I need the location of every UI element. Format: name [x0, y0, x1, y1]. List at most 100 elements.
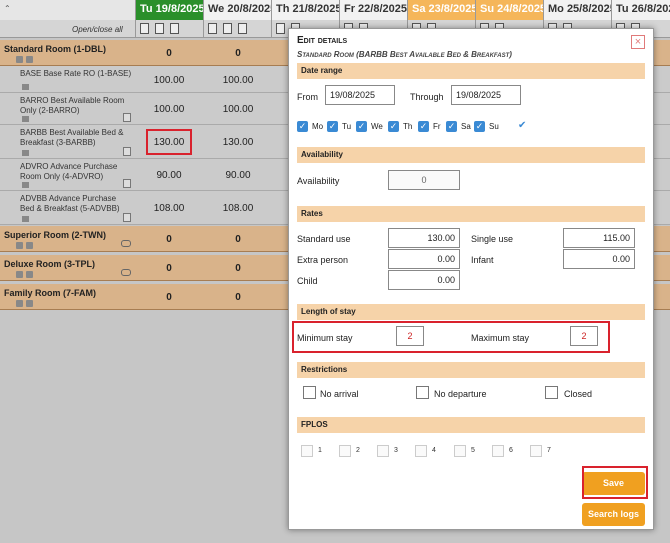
date-column-header[interactable]: Tu 26/8/2025 — [611, 0, 670, 20]
section-rates: Rates — [297, 206, 645, 222]
through-label: Through — [410, 92, 444, 102]
section-length-of-stay: Length of stay — [297, 304, 645, 320]
room-cell-value[interactable]: 0 — [218, 234, 258, 245]
date-column-header[interactable]: Mo 25/8/2025 — [543, 0, 611, 20]
date-column-header[interactable]: Sa 23/8/2025 — [407, 0, 475, 20]
sync-icon[interactable] — [121, 240, 131, 247]
fplos-label: 1 — [318, 447, 322, 454]
standard-use-input[interactable]: 130.00 — [388, 228, 460, 248]
weekday-label: Tu — [342, 122, 352, 131]
lock-icon — [22, 116, 29, 122]
search-logs-button[interactable]: Search logs — [582, 503, 645, 526]
room-cell-value[interactable]: 0 — [218, 263, 258, 274]
fplos-checkbox-2[interactable] — [339, 445, 351, 457]
rate-cell-value[interactable]: 108.00 — [213, 203, 263, 214]
fplos-checkbox-4[interactable] — [415, 445, 427, 457]
weekday-label: Sa — [461, 122, 471, 131]
lock-icon — [22, 182, 29, 188]
settings-icon[interactable] — [170, 23, 179, 34]
highlight-length-of-stay — [292, 321, 610, 353]
fplos-label: 3 — [394, 447, 398, 454]
rate-cell-value[interactable]: 90.00 — [144, 170, 194, 181]
section-restrictions: Restrictions — [297, 362, 645, 378]
check-icon: ✓ — [474, 121, 485, 132]
calendar-icon[interactable] — [223, 23, 232, 34]
copy-icon[interactable] — [208, 23, 217, 34]
fplos-checkbox-7[interactable] — [530, 445, 542, 457]
weekday-label: Fr — [433, 122, 441, 131]
user-icon — [26, 300, 33, 307]
copy-icon[interactable] — [140, 23, 149, 34]
copy-icon[interactable] — [276, 23, 285, 34]
weekday-label: Th — [403, 122, 413, 131]
rate-cell-value[interactable]: 90.00 — [213, 170, 263, 181]
calendar-icon[interactable] — [155, 23, 164, 34]
header-corner: ⌃ — [0, 0, 135, 20]
fplos-checkbox-5[interactable] — [454, 445, 466, 457]
fplos-checkbox-3[interactable] — [377, 445, 389, 457]
collapse-arrow-icon[interactable]: ⌃ — [4, 4, 11, 13]
date-column-header[interactable]: Th 21/8/2025 — [271, 0, 339, 20]
date-column-header[interactable]: We 20/8/2025 — [203, 0, 271, 20]
calendar-icon[interactable] — [123, 179, 131, 188]
calendar-icon[interactable] — [123, 147, 131, 156]
rate-name: BARBB Best Available Bed & Breakfast (3-… — [20, 128, 124, 147]
calendar-icon[interactable] — [123, 213, 131, 222]
no-arrival-checkbox[interactable] — [303, 386, 316, 399]
rate-cell-value[interactable]: 108.00 — [144, 203, 194, 214]
infant-input[interactable]: 0.00 — [563, 249, 635, 269]
infant-label: Infant — [471, 255, 494, 265]
rate-cell-value[interactable]: 100.00 — [144, 104, 194, 115]
date-column-header[interactable]: Su 24/8/2025 — [475, 0, 543, 20]
room-icons — [16, 299, 46, 307]
rate-cell-value[interactable]: 100.00 — [144, 75, 194, 86]
room-cell-value[interactable]: 0 — [218, 48, 258, 59]
room-cell-value[interactable]: 0 — [218, 292, 258, 303]
check-icon: ✓ — [327, 121, 338, 132]
fplos-checkbox-1[interactable] — [301, 445, 313, 457]
closed-checkbox[interactable] — [545, 386, 558, 399]
fplos-label: 6 — [509, 447, 513, 454]
sync-icon[interactable] — [121, 269, 131, 276]
extra-person-input[interactable]: 0.00 — [388, 249, 460, 269]
room-cell-value[interactable]: 0 — [149, 263, 189, 274]
through-date-input[interactable]: 19/08/2025 — [451, 85, 521, 105]
rate-cell-value[interactable]: 100.00 — [213, 75, 263, 86]
open-close-all-link[interactable]: Open/close all — [72, 25, 123, 34]
room-cell-value[interactable]: 0 — [149, 48, 189, 59]
room-name: Family Room (7-FAM) — [4, 288, 97, 298]
section-availability: Availability — [297, 147, 645, 163]
bulb-icon — [16, 56, 23, 63]
close-icon[interactable]: × — [631, 35, 645, 49]
from-date-input[interactable]: 19/08/2025 — [325, 85, 395, 105]
room-cell-value[interactable]: 0 — [149, 234, 189, 245]
dialog-title-text: Edit details — [297, 35, 348, 46]
select-all-days-icon[interactable]: ✔ — [518, 121, 530, 133]
single-use-input[interactable]: 115.00 — [563, 228, 635, 248]
column-tools — [203, 20, 271, 38]
settings-icon[interactable] — [238, 23, 247, 34]
fplos-checkbox-6[interactable] — [492, 445, 504, 457]
date-column-header[interactable]: Tu 19/8/2025 — [135, 0, 203, 20]
no-arrival-label: No arrival — [320, 389, 359, 399]
availability-input[interactable]: 0 — [388, 170, 460, 190]
check-icon: ✓ — [388, 121, 399, 132]
date-column-header[interactable]: Fr 22/8/2025 — [339, 0, 407, 20]
room-cell-value[interactable]: 0 — [149, 292, 189, 303]
no-departure-checkbox[interactable] — [416, 386, 429, 399]
child-input[interactable]: 0.00 — [388, 270, 460, 290]
room-name: Superior Room (2-TWN) — [4, 230, 106, 240]
lock-icon — [22, 150, 29, 156]
room-name: Standard Room (1-DBL) — [4, 44, 106, 54]
rate-cell-value[interactable]: 130.00 — [213, 137, 263, 148]
check-icon: ✓ — [297, 121, 308, 132]
user-icon — [26, 271, 33, 278]
user-icon — [26, 56, 33, 63]
lock-icon — [22, 84, 29, 90]
calendar-icon[interactable] — [123, 113, 131, 122]
rate-cell-value[interactable]: 100.00 — [213, 104, 263, 115]
from-label: From — [297, 92, 318, 102]
section-fplos: FPLOS — [297, 417, 645, 433]
rate-name: ADVRO Advance Purchase Room Only (4-ADVR… — [20, 162, 118, 181]
rate-name: ADVBB Advance Purchase Bed & Breakfast (… — [20, 194, 120, 213]
